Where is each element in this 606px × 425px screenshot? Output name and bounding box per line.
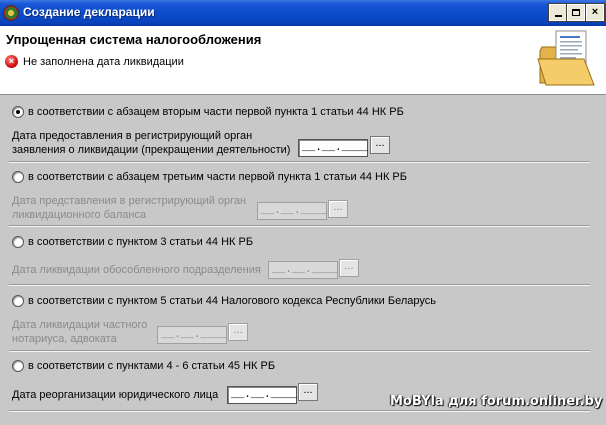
field-label-2-line-2: ликвидационного баланса [12, 209, 147, 221]
title-bar[interactable]: Создание декларации × [0, 0, 606, 26]
field-label-1-line-1: Дата предоставления в регистрирующий орг… [12, 130, 253, 142]
radio-button-3[interactable] [12, 236, 24, 248]
close-icon: × [591, 6, 599, 18]
field-label-5: Дата реорганизации юридического лица [12, 388, 218, 402]
date-picker-button-4[interactable]: ... [228, 323, 248, 341]
date-picker-button-5[interactable]: ... [298, 383, 318, 401]
divider [9, 225, 590, 227]
options-panel: в соответствии с абзацем вторым части пе… [0, 96, 606, 425]
app-emblem-icon [3, 5, 19, 21]
radio-label-1: в соответствии с абзацем вторым части пе… [28, 106, 404, 118]
minimize-button[interactable] [548, 3, 568, 22]
date-input-4[interactable]: __.__.____ [157, 326, 227, 344]
dialog-window: Создание декларации × Упрощенная система… [0, 0, 606, 425]
field-label-1-line-2: заявления о ликвидации (прекращении деят… [12, 144, 291, 156]
minimize-icon [554, 14, 562, 17]
divider [9, 161, 590, 163]
field-label-3-line-1: Дата ликвидации обособленного подразделе… [12, 264, 261, 276]
radio-option-5[interactable]: в соответствии с пунктами 4 - 6 статьи 4… [12, 360, 275, 372]
maximize-icon [572, 9, 580, 16]
page-title: Упрощенная система налогообложения [6, 32, 262, 47]
date-picker-button-2[interactable]: ... [328, 200, 348, 218]
field-label-5-line-1: Дата реорганизации юридического лица [12, 389, 219, 401]
radio-button-2[interactable] [12, 171, 24, 183]
radio-label-2: в соответствии с абзацем третьим части п… [28, 171, 407, 183]
window-title: Создание декларации [23, 5, 155, 19]
date-input-5[interactable]: __.__.____ [227, 386, 297, 404]
radio-option-1[interactable]: в соответствии с абзацем вторым части пе… [12, 106, 404, 118]
radio-button-1[interactable] [12, 106, 24, 118]
divider [9, 350, 590, 352]
date-input-1[interactable]: __.__.____ [298, 139, 368, 157]
field-label-2-line-1: Дата представления в регистрирующий орга… [12, 195, 247, 207]
field-label-4-line-2: нотариуса, адвоката [12, 333, 117, 345]
radio-label-5: в соответствии с пунктами 4 - 6 статьи 4… [28, 360, 276, 372]
folder-document-icon [537, 30, 595, 86]
field-label-4-line-1: Дата ликвидации частного [12, 319, 148, 331]
error-icon: × [5, 55, 18, 68]
field-label-4: Дата ликвидации частного нотариуса, адво… [12, 318, 147, 346]
date-input-3[interactable]: __.__.____ [268, 261, 338, 279]
radio-option-3[interactable]: в соответствии с пунктом 3 статьи 44 НК … [12, 236, 253, 248]
radio-option-2[interactable]: в соответствии с абзацем третьим части п… [12, 171, 407, 183]
divider [9, 410, 590, 412]
radio-button-5[interactable] [12, 360, 24, 372]
date-picker-button-3[interactable]: ... [339, 259, 359, 277]
close-button[interactable]: × [585, 3, 605, 22]
radio-label-4: в соответствии с пунктом 5 статьи 44 Нал… [28, 295, 436, 307]
dialog-header: Упрощенная система налогообложения × Не … [0, 26, 606, 95]
radio-button-4[interactable] [12, 295, 24, 307]
field-label-1: Дата предоставления в регистрирующий орг… [12, 129, 290, 157]
date-picker-button-1[interactable]: ... [370, 136, 390, 154]
radio-label-3: в соответствии с пунктом 3 статьи 44 НК … [28, 236, 254, 248]
date-input-2[interactable]: __.__.____ [257, 202, 327, 220]
watermark-text: MoBYla для forum.onliner.by [390, 394, 603, 409]
radio-option-4[interactable]: в соответствии с пунктом 5 статьи 44 Нал… [12, 295, 436, 307]
maximize-button[interactable] [566, 3, 586, 22]
error-message: Не заполнена дата ликвидации [23, 56, 184, 68]
field-label-2: Дата представления в регистрирующий орга… [12, 194, 246, 222]
divider [9, 284, 590, 286]
field-label-3: Дата ликвидации обособленного подразделе… [12, 263, 261, 277]
